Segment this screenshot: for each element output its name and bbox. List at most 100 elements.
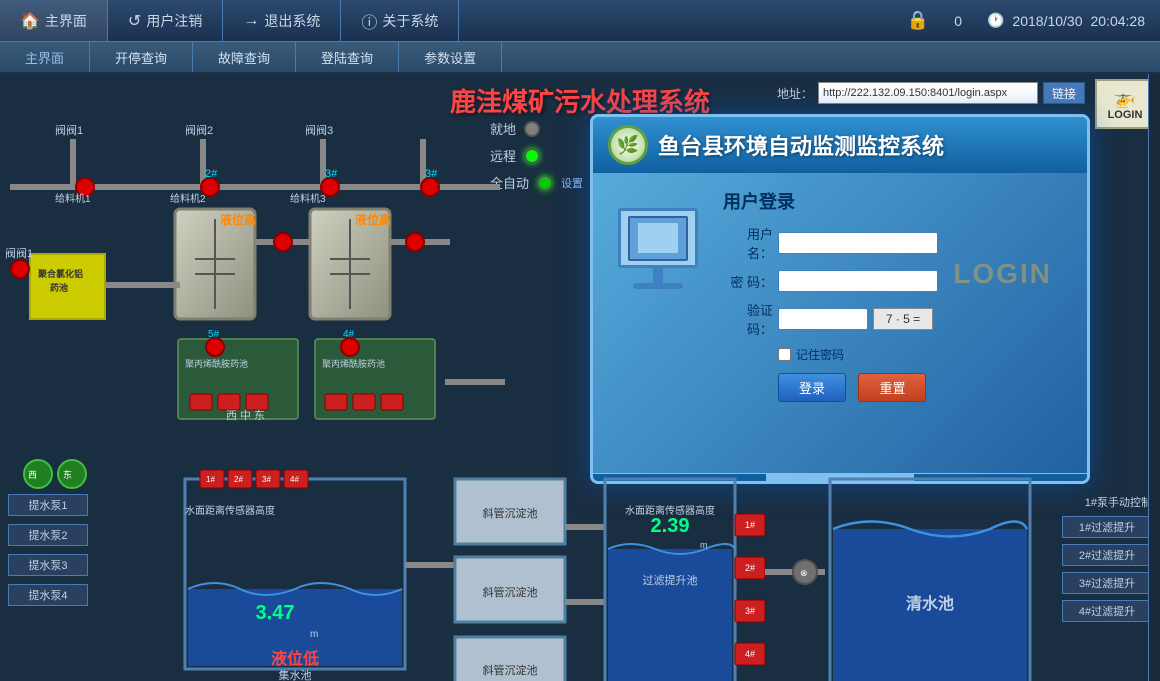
settings-label[interactable]: 设置	[561, 175, 583, 191]
captcha-row: 验证码： 7 · 5 =	[723, 300, 1072, 338]
badge-count: 0	[944, 13, 972, 29]
lock-icon: 🔒	[892, 10, 944, 31]
password-label: 密 码：	[723, 272, 773, 291]
svg-text:给料机1: 给料机1	[55, 192, 91, 205]
login-button[interactable]: 登录	[778, 373, 846, 402]
logout-label: 用户注销	[146, 11, 202, 31]
popup-body: 用户登录 LOGIN 用户名： 密 码： 验证码： 7 · 5 =	[593, 173, 1087, 417]
captcha-label: 验证码：	[723, 300, 773, 338]
pump-ctrl-3[interactable]: 提水泵3	[8, 554, 88, 576]
mode-auto: 全自动 设置	[490, 173, 583, 192]
nav-startstop[interactable]: 开停查询	[90, 42, 193, 72]
svg-text:给料机3: 给料机3	[290, 192, 326, 205]
svg-text:斜管沉淀池: 斜管沉淀池	[483, 585, 538, 599]
bottom-section-svg: 3.47 m 水面距离传感器高度 液位低 集水池 总高5米 1# 2# 3# 4…	[0, 469, 1160, 681]
reset-button[interactable]: 重置	[858, 373, 926, 402]
popup-login-watermark: LOGIN	[953, 258, 1052, 290]
login-top-button[interactable]: 🚁 LOGIN	[1095, 79, 1155, 129]
popup-dialog: 🌿 鱼台县环境自动监测监控系统 用户登录 LOGIN 用户名：	[590, 114, 1090, 484]
scrollbar-right[interactable]	[1148, 74, 1160, 681]
pump-ctrl-4[interactable]: 提水泵4	[8, 584, 88, 606]
datetime-display: 🕐 2018/10/30 20:04:28	[972, 12, 1160, 29]
svg-text:清水池: 清水池	[906, 594, 954, 613]
svg-text:中: 中	[240, 409, 251, 422]
nav-login-query[interactable]: 登陆查询	[296, 42, 399, 72]
logout-menu-item[interactable]: ↺ 用户注销	[108, 0, 223, 41]
computer-base	[633, 283, 683, 289]
svg-text:m: m	[310, 629, 318, 640]
username-input[interactable]	[778, 232, 938, 254]
svg-text:阀阀2: 阀阀2	[185, 123, 213, 137]
svg-text:东: 东	[63, 469, 72, 480]
nav-bar: 主界面 开停查询 故障查询 登陆查询 参数设置	[0, 42, 1160, 74]
svg-text:水面距离传感器高度: 水面距离传感器高度	[185, 504, 275, 517]
mode-remote: 远程	[490, 146, 583, 165]
connect-button[interactable]: 链接	[1043, 82, 1085, 104]
svg-text:阀阀1: 阀阀1	[55, 123, 83, 137]
exit-menu-item[interactable]: → 退出系统	[223, 0, 341, 41]
nav-fault[interactable]: 故障查询	[193, 42, 296, 72]
remember-label: 记住密码	[796, 346, 844, 363]
svg-text:2#: 2#	[745, 563, 755, 573]
mode-remote-label: 远程	[490, 146, 516, 165]
clock-icon: 🕐	[987, 12, 1004, 29]
svg-text:2#: 2#	[205, 168, 218, 180]
login-top-label: LOGIN	[1108, 109, 1143, 121]
filter-ctrl-3[interactable]: 3#过滤提升	[1062, 572, 1152, 594]
home-menu-item[interactable]: 🏠 主界面	[0, 0, 108, 41]
about-menu-item[interactable]: ⓘ 关于系统	[341, 0, 459, 41]
pump-controls: 提水泵1 提水泵2 提水泵3 提水泵4	[8, 494, 88, 606]
svg-text:5#: 5#	[208, 329, 220, 340]
nav-params[interactable]: 参数设置	[399, 42, 502, 72]
popup-header: 🌿 鱼台县环境自动监测监控系统	[593, 117, 1087, 173]
computer-screen	[618, 208, 698, 268]
mode-local-label: 就地	[490, 119, 516, 138]
svg-text:4#: 4#	[745, 649, 755, 659]
svg-text:1#: 1#	[745, 520, 755, 530]
svg-text:3#: 3#	[325, 168, 338, 180]
remember-row: 记住密码	[778, 346, 1072, 363]
popup-computer	[608, 208, 708, 402]
home-icon: 🏠	[20, 11, 40, 31]
mode-remote-led	[524, 148, 540, 164]
filter-ctrl-1[interactable]: 1#过滤提升	[1062, 516, 1152, 538]
svg-text:液位高: 液位高	[355, 212, 391, 227]
svg-text:3.47: 3.47	[256, 602, 295, 624]
url-label: 地址：	[777, 85, 813, 102]
filter-ctrl-4[interactable]: 4#过滤提升	[1062, 600, 1152, 622]
mode-local: 就地	[490, 119, 583, 138]
username-label: 用户名：	[723, 224, 773, 262]
remember-checkbox[interactable]	[778, 348, 791, 361]
computer-stand	[653, 268, 663, 283]
mode-panel: 就地 远程 全自动 设置	[490, 119, 583, 192]
right-controls: 1#泵手动控制 1#过滤提升 2#过滤提升 3#过滤提升 4#过滤提升	[1062, 494, 1152, 622]
filter-ctrl-2[interactable]: 2#过滤提升	[1062, 544, 1152, 566]
mode-auto-label: 全自动	[490, 173, 529, 192]
captcha-input[interactable]	[778, 308, 868, 330]
url-input[interactable]	[818, 82, 1038, 104]
nav-home[interactable]: 主界面	[0, 42, 90, 72]
popup-logo: 🌿	[608, 125, 648, 165]
svg-text:2#: 2#	[234, 475, 243, 484]
svg-text:m: m	[700, 540, 708, 550]
exit-label: 退出系统	[264, 11, 320, 31]
logout-icon: ↺	[128, 11, 141, 31]
svg-text:聚丙烯酰胺药池: 聚丙烯酰胺药池	[185, 358, 248, 369]
top-bar: 🏠 主界面 ↺ 用户注销 → 退出系统 ⓘ 关于系统 🔒 0 🕐 2018/10…	[0, 0, 1160, 42]
svg-text:液位高: 液位高	[220, 212, 256, 227]
svg-text:药池: 药池	[50, 282, 68, 293]
pump-ctrl-2[interactable]: 提水泵2	[8, 524, 88, 546]
svg-text:斜管沉淀池: 斜管沉淀池	[483, 663, 538, 677]
form-buttons: 登录 重置	[723, 373, 1072, 402]
exit-icon: →	[243, 12, 259, 30]
svg-text:4#: 4#	[343, 329, 355, 340]
svg-text:4#: 4#	[290, 475, 299, 484]
svg-text:聚丙烯酰胺药池: 聚丙烯酰胺药池	[322, 358, 385, 369]
svg-text:2.39: 2.39	[651, 515, 690, 537]
password-input[interactable]	[778, 270, 938, 292]
pump-ctrl-1[interactable]: 提水泵1	[8, 494, 88, 516]
main-area: 鹿洼煤矿污水处理系统 地址： 链接 🚁 LOGIN 就地 远程 全自动 设置	[0, 74, 1160, 681]
svg-text:聚合氯化铝: 聚合氯化铝	[37, 268, 83, 279]
url-bar: 地址： 链接	[777, 82, 1085, 104]
svg-text:3#: 3#	[262, 475, 271, 484]
